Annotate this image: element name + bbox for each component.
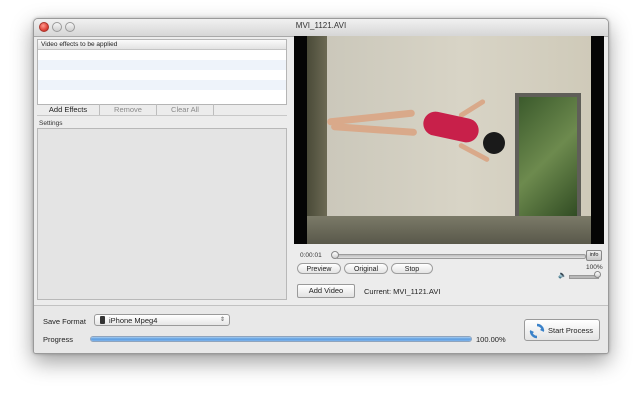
- save-format-label: Save Format: [43, 317, 86, 326]
- frame-window: [515, 93, 581, 223]
- speaker-icon: 🔈: [558, 272, 567, 279]
- output-bar: Save Format iPhone Mpeg4 ⇕ Progress 100.…: [34, 305, 608, 353]
- video-preview[interactable]: [294, 36, 604, 244]
- clear-all-button[interactable]: Clear All: [157, 104, 214, 115]
- effects-list[interactable]: Video effects to be applied: [37, 39, 287, 105]
- swimmer-leg: [330, 123, 418, 136]
- playback-time: 0:00:01: [300, 252, 322, 259]
- start-process-label: Start Process: [548, 326, 594, 335]
- preview-button[interactable]: Preview: [297, 263, 341, 274]
- progress-bar-fill: [91, 337, 471, 341]
- info-button[interactable]: info: [586, 250, 602, 261]
- chevron-updown-icon: ⇕: [219, 317, 225, 323]
- remove-effect-button[interactable]: Remove: [100, 104, 157, 115]
- volume-percent: 100%: [586, 264, 603, 271]
- effects-toolbar: Add Effects Remove Clear All: [37, 104, 287, 116]
- settings-panel: [37, 128, 287, 300]
- list-item[interactable]: [38, 90, 286, 100]
- titlebar[interactable]: MVI_1121.AVI: [34, 19, 608, 37]
- seek-slider[interactable]: [336, 254, 586, 259]
- save-format-select[interactable]: iPhone Mpeg4 ⇕: [94, 314, 230, 326]
- video-frame: [307, 36, 591, 244]
- original-button[interactable]: Original: [344, 263, 388, 274]
- list-item[interactable]: [38, 60, 286, 70]
- effects-list-header: Video effects to be applied: [38, 40, 286, 50]
- app-window: MVI_1121.AVI Video effects to be applied…: [33, 18, 609, 354]
- add-video-button[interactable]: Add Video: [297, 284, 355, 298]
- progress-percent: 100.00%: [476, 335, 506, 344]
- seek-slider-knob[interactable]: [331, 251, 339, 259]
- add-effects-button[interactable]: Add Effects: [37, 104, 100, 115]
- list-item[interactable]: [38, 80, 286, 90]
- frame-floor: [307, 216, 591, 244]
- swimmer-arm: [457, 98, 487, 119]
- stop-button[interactable]: Stop: [391, 263, 433, 274]
- list-item[interactable]: [38, 70, 286, 80]
- list-item[interactable]: [38, 50, 286, 60]
- start-process-button[interactable]: Start Process: [524, 319, 600, 341]
- window-title: MVI_1121.AVI: [295, 21, 347, 30]
- save-format-value: iPhone Mpeg4: [109, 316, 158, 325]
- volume-slider-knob[interactable]: [594, 271, 601, 278]
- swimmer-body: [421, 109, 481, 145]
- refresh-icon: [529, 323, 545, 339]
- frame-wall: [307, 36, 327, 244]
- phone-icon: [100, 316, 105, 324]
- swimmer-head: [483, 132, 505, 154]
- progress-bar: [90, 336, 472, 342]
- progress-label: Progress: [43, 335, 74, 344]
- current-file-label: Current: MVI_1121.AVI: [364, 287, 441, 296]
- settings-label: Settings: [39, 120, 63, 127]
